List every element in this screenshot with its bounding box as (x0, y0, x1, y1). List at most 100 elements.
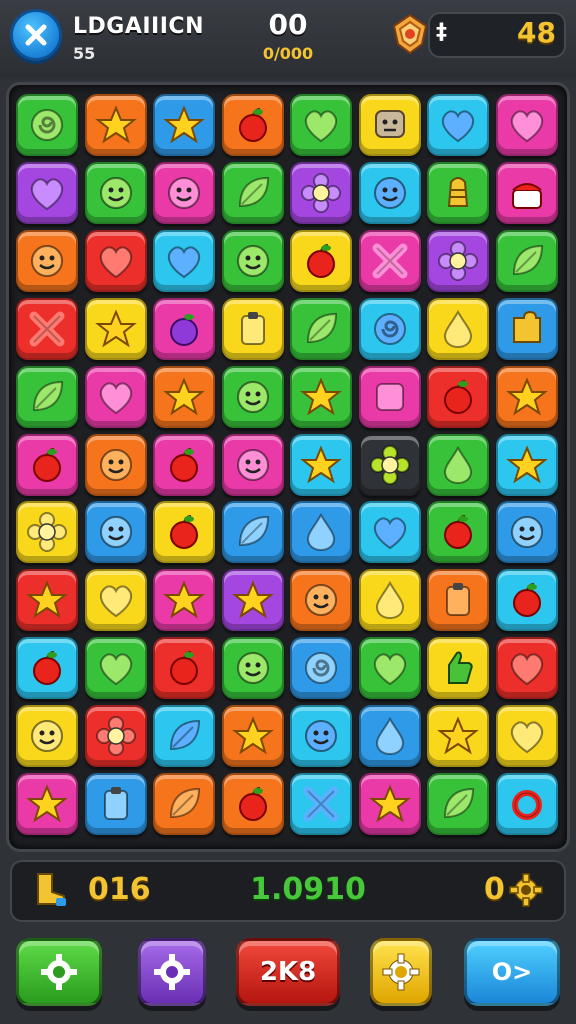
game-board[interactable] (16, 94, 562, 842)
board-tile[interactable] (153, 297, 215, 360)
next-button[interactable]: O> (464, 938, 560, 1006)
board-tile[interactable] (153, 637, 215, 700)
box-icon (446, 583, 470, 617)
board-tile[interactable] (153, 433, 215, 496)
board-tile[interactable] (84, 637, 147, 700)
board-tile[interactable] (84, 773, 147, 835)
board-tile[interactable] (358, 94, 421, 156)
board-tile[interactable] (495, 569, 558, 632)
board-tile[interactable] (427, 433, 489, 496)
board-tile[interactable] (290, 705, 352, 768)
board-tile[interactable] (16, 94, 78, 156)
board-tile[interactable] (358, 569, 421, 632)
board-tile[interactable] (16, 569, 78, 632)
board-tile[interactable] (290, 637, 352, 700)
board-tile[interactable] (84, 365, 147, 428)
board-tile[interactable] (290, 501, 352, 564)
board-tile[interactable] (495, 773, 558, 835)
board-tile[interactable] (358, 637, 421, 700)
board-tile[interactable] (358, 705, 421, 768)
board-tile[interactable] (221, 161, 284, 224)
board-tile[interactable] (84, 501, 147, 564)
board-tile[interactable] (290, 569, 352, 632)
board-tile[interactable] (16, 161, 78, 224)
play-button[interactable]: 2K8 (236, 938, 340, 1006)
board-tile[interactable] (358, 501, 421, 564)
flower-icon (438, 240, 478, 281)
board-tile[interactable] (221, 297, 284, 360)
board-tile[interactable] (290, 773, 352, 835)
board-tile[interactable] (16, 365, 78, 428)
board-tile[interactable] (495, 297, 558, 360)
board-tile[interactable] (221, 94, 284, 156)
board-tile[interactable] (427, 637, 489, 700)
board-tile[interactable] (358, 297, 421, 360)
board-tile[interactable] (427, 569, 489, 632)
board-tile[interactable] (16, 705, 78, 768)
board-tile[interactable] (495, 501, 558, 564)
shuffle-button[interactable] (370, 938, 432, 1006)
heart-icon (441, 110, 475, 143)
board-tile[interactable] (290, 433, 352, 496)
box-icon (103, 787, 128, 820)
board-tile[interactable] (290, 229, 352, 292)
board-tile[interactable] (16, 501, 78, 564)
booster-button[interactable] (138, 938, 206, 1006)
board-tile[interactable] (427, 705, 489, 768)
board-tile[interactable] (427, 773, 489, 835)
board-tile[interactable] (84, 297, 147, 360)
board-tile[interactable] (495, 94, 558, 156)
board-tile[interactable] (153, 501, 215, 564)
board-tile[interactable] (358, 365, 421, 428)
board-tile[interactable] (221, 773, 284, 835)
board-tile[interactable] (495, 365, 558, 428)
board-tile[interactable] (221, 433, 284, 496)
board-tile[interactable] (84, 433, 147, 496)
board-tile[interactable] (153, 229, 215, 292)
board-tile[interactable] (16, 297, 78, 360)
board-tile[interactable] (221, 501, 284, 564)
heart-icon (99, 585, 132, 618)
board-tile[interactable] (221, 637, 284, 700)
board-tile[interactable] (153, 705, 215, 768)
board-tile[interactable] (427, 297, 489, 360)
board-tile[interactable] (221, 705, 284, 768)
board-tile[interactable] (427, 94, 489, 156)
board-tile[interactable] (84, 705, 147, 768)
board-tile[interactable] (358, 161, 421, 224)
board-tile[interactable] (153, 161, 215, 224)
board-tile[interactable] (495, 161, 558, 224)
board-tile[interactable] (84, 161, 147, 224)
board-tile[interactable] (16, 433, 78, 496)
board-tile[interactable] (16, 637, 78, 700)
board-tile[interactable] (84, 569, 147, 632)
close-button[interactable] (10, 9, 62, 61)
board-tile[interactable] (495, 433, 558, 496)
board-tile[interactable] (358, 773, 421, 835)
board-tile[interactable] (221, 229, 284, 292)
board-tile[interactable] (495, 637, 558, 700)
board-tile[interactable] (495, 229, 558, 292)
board-tile[interactable] (84, 94, 147, 156)
board-tile[interactable] (153, 773, 215, 835)
board-tile[interactable] (358, 229, 421, 292)
board-tile[interactable] (153, 94, 215, 156)
board-tile[interactable] (290, 297, 352, 360)
settings-button[interactable] (16, 938, 102, 1006)
board-tile[interactable] (427, 365, 489, 428)
board-tile[interactable] (16, 229, 78, 292)
board-tile[interactable] (290, 161, 352, 224)
board-tile[interactable] (221, 365, 284, 428)
board-tile[interactable] (495, 705, 558, 768)
board-tile[interactable] (290, 94, 352, 156)
board-tile[interactable] (153, 365, 215, 428)
board-tile[interactable] (358, 433, 421, 496)
board-tile[interactable] (427, 501, 489, 564)
board-tile[interactable] (221, 569, 284, 632)
board-tile[interactable] (153, 569, 215, 632)
board-tile[interactable] (290, 365, 352, 428)
board-tile[interactable] (16, 773, 78, 835)
board-tile[interactable] (84, 229, 147, 292)
board-tile[interactable] (427, 161, 489, 224)
board-tile[interactable] (427, 229, 489, 292)
